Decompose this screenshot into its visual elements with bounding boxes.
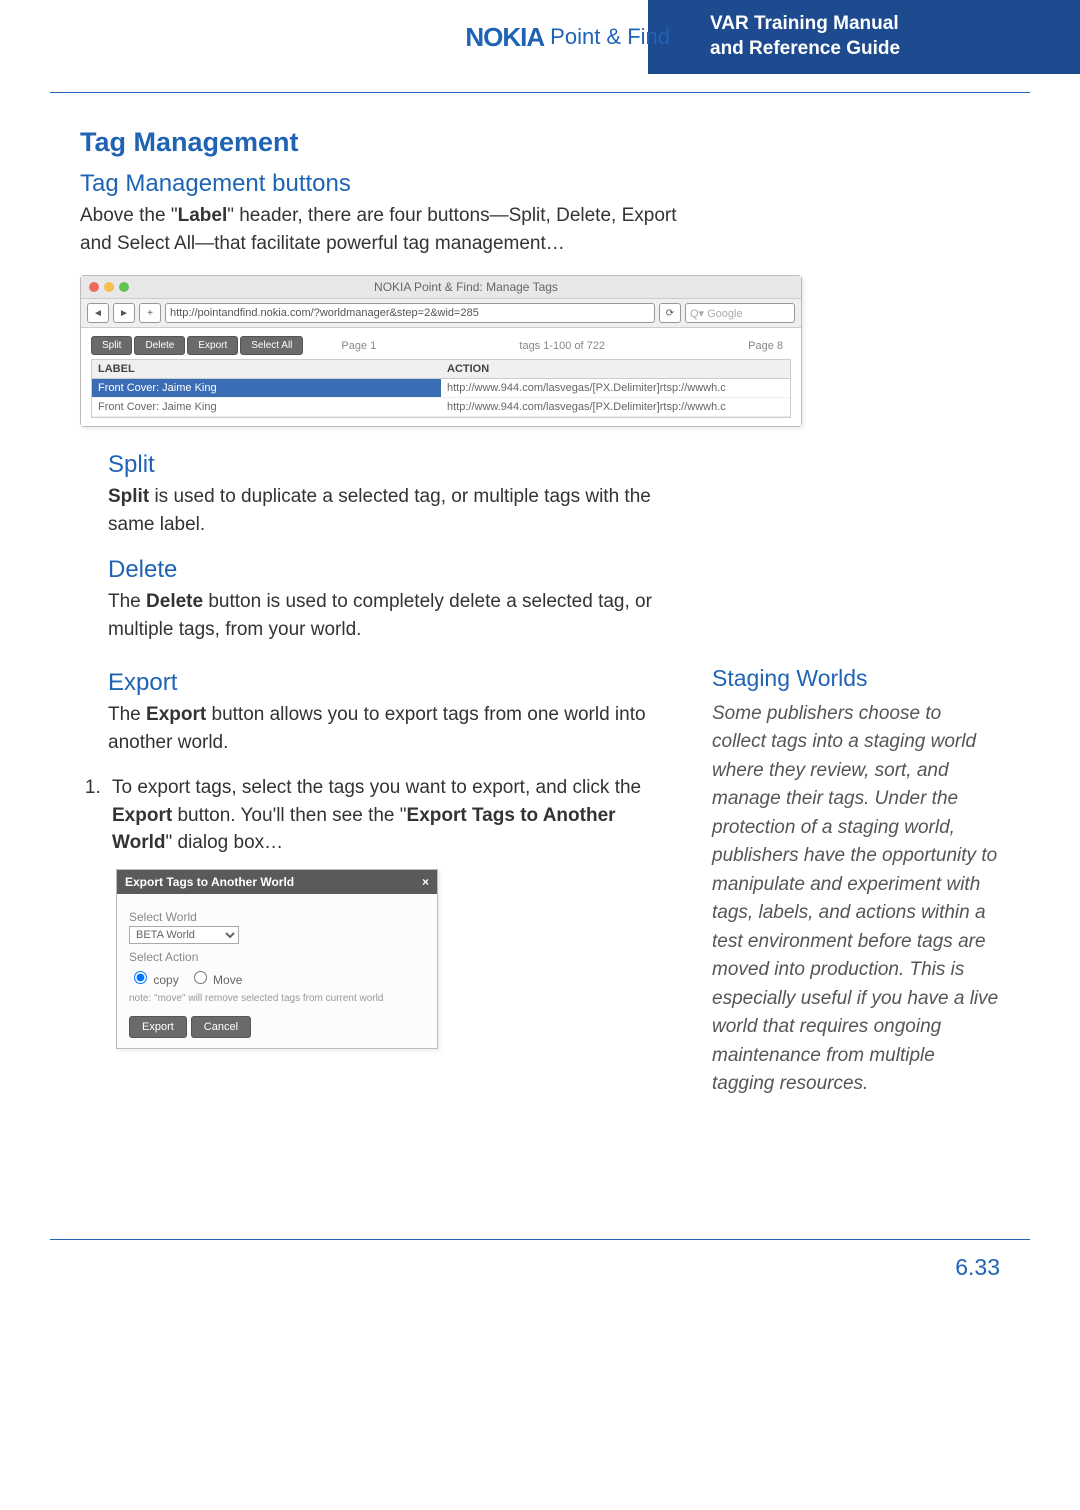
table-header-row: LABEL ACTION (92, 360, 790, 379)
radio-copy[interactable]: copy (129, 968, 179, 987)
search-field[interactable]: Q▾ Google (685, 303, 795, 323)
text-fragment: Above the " (80, 205, 178, 226)
add-tab-button[interactable]: + (139, 303, 161, 323)
radio-copy-label: copy (153, 973, 178, 987)
dialog-cancel-button[interactable]: Cancel (191, 1016, 251, 1038)
forward-button[interactable]: ► (113, 303, 135, 323)
text-fragment: " dialog box… (165, 832, 283, 853)
world-select[interactable]: BETA World (129, 926, 239, 944)
radio-move[interactable]: Move (189, 968, 243, 987)
select-all-button[interactable]: Select All (240, 336, 303, 355)
cell-label: Front Cover: Jaime King (92, 398, 441, 416)
bold-export-btn: Export (112, 805, 172, 826)
table-row[interactable]: Front Cover: Jaime King http://www.944.c… (92, 379, 790, 398)
cell-action: http://www.944.com/lasvegas/[PX.Delimite… (441, 379, 790, 397)
export-para: The Export button allows you to export t… (108, 701, 680, 756)
pager-left[interactable]: Page 1 (341, 340, 376, 352)
tag-action-buttons: Split Delete Export Select All (91, 336, 303, 355)
col-label: LABEL (92, 360, 441, 378)
delete-para: The Delete button is used to completely … (108, 588, 688, 643)
select-action-label: Select Action (129, 950, 425, 964)
section-heading: Tag Management (80, 127, 1000, 158)
minimize-icon[interactable] (104, 282, 114, 292)
product-name: Point & Find (550, 24, 670, 50)
cell-action: http://www.944.com/lasvegas/[PX.Delimite… (441, 398, 790, 416)
browser-toolbar: ◄ ► + http://pointandfind.nokia.com/?wor… (81, 299, 801, 328)
bold-delete: Delete (146, 591, 203, 612)
text-fragment: To export tags, select the tags you want… (112, 777, 641, 798)
radio-move-label: Move (213, 973, 242, 987)
page-number: 6.33 (0, 1254, 1080, 1341)
step-1: To export tags, select the tags you want… (106, 774, 680, 857)
text-fragment: button. You'll then see the " (172, 805, 406, 826)
pager: Page 1 tags 1-100 of 722 Page 8 (333, 338, 791, 354)
pager-center: tags 1-100 of 722 (519, 340, 605, 352)
reload-button[interactable]: ⟳ (659, 303, 681, 323)
export-steps: To export tags, select the tags you want… (80, 774, 680, 857)
delete-heading: Delete (108, 556, 688, 584)
dialog-title: Export Tags to Another World (125, 875, 294, 889)
doc-title-block: VAR Training Manual and Reference Guide (690, 0, 1080, 74)
dialog-titlebar: Export Tags to Another World × (117, 870, 437, 894)
bold-export: Export (146, 704, 206, 725)
window-title: NOKIA Point & Find: Manage Tags (139, 280, 793, 294)
split-para: Split is used to duplicate a selected ta… (108, 483, 688, 538)
split-heading: Split (108, 451, 688, 479)
tag-mgmt-buttons-para: Above the "Label" header, there are four… (80, 202, 680, 257)
tags-table: LABEL ACTION Front Cover: Jaime King htt… (91, 359, 791, 418)
nokia-logo: NOKIA (465, 22, 544, 53)
move-note: note: "move" will remove selected tags f… (129, 993, 425, 1004)
bold-split: Split (108, 486, 149, 507)
page-header: NOKIA Point & Find VAR Training Manual a… (0, 0, 1080, 74)
header-left: NOKIA Point & Find (0, 0, 690, 74)
doc-title-line1: VAR Training Manual (710, 12, 1080, 37)
text-fragment: is used to duplicate a selected tag, or … (108, 486, 651, 535)
url-bar[interactable]: http://pointandfind.nokia.com/?worldmana… (165, 303, 655, 323)
select-world-label: Select World (129, 910, 425, 924)
text-fragment: The (108, 591, 146, 612)
col-action: ACTION (441, 360, 790, 378)
window-titlebar: NOKIA Point & Find: Manage Tags (81, 276, 801, 299)
back-button[interactable]: ◄ (87, 303, 109, 323)
zoom-icon[interactable] (119, 282, 129, 292)
dialog-export-button[interactable]: Export (129, 1016, 187, 1038)
manage-tags-screenshot: NOKIA Point & Find: Manage Tags ◄ ► + ht… (80, 275, 802, 427)
tag-mgmt-buttons-heading: Tag Management buttons (80, 170, 1000, 198)
staging-worlds-heading: Staging Worlds (712, 661, 1000, 696)
close-icon[interactable] (89, 282, 99, 292)
table-row[interactable]: Front Cover: Jaime King http://www.944.c… (92, 398, 790, 417)
export-heading: Export (108, 669, 680, 697)
bold-label: Label (178, 205, 228, 226)
export-dialog-screenshot: Export Tags to Another World × Select Wo… (116, 869, 438, 1049)
close-icon[interactable]: × (422, 875, 429, 889)
export-button[interactable]: Export (187, 336, 238, 355)
delete-button[interactable]: Delete (134, 336, 185, 355)
doc-title-line2: and Reference Guide (710, 37, 1080, 62)
text-fragment: The (108, 704, 146, 725)
traffic-lights (89, 282, 129, 292)
pager-right[interactable]: Page 8 (748, 340, 783, 352)
split-button[interactable]: Split (91, 336, 132, 355)
cell-label: Front Cover: Jaime King (92, 379, 441, 397)
staging-worlds-text: Some publishers choose to collect tags i… (712, 700, 1000, 1099)
footer-rule (50, 1239, 1030, 1240)
sidebar-callout: Staging Worlds Some publishers choose to… (712, 661, 1000, 1099)
